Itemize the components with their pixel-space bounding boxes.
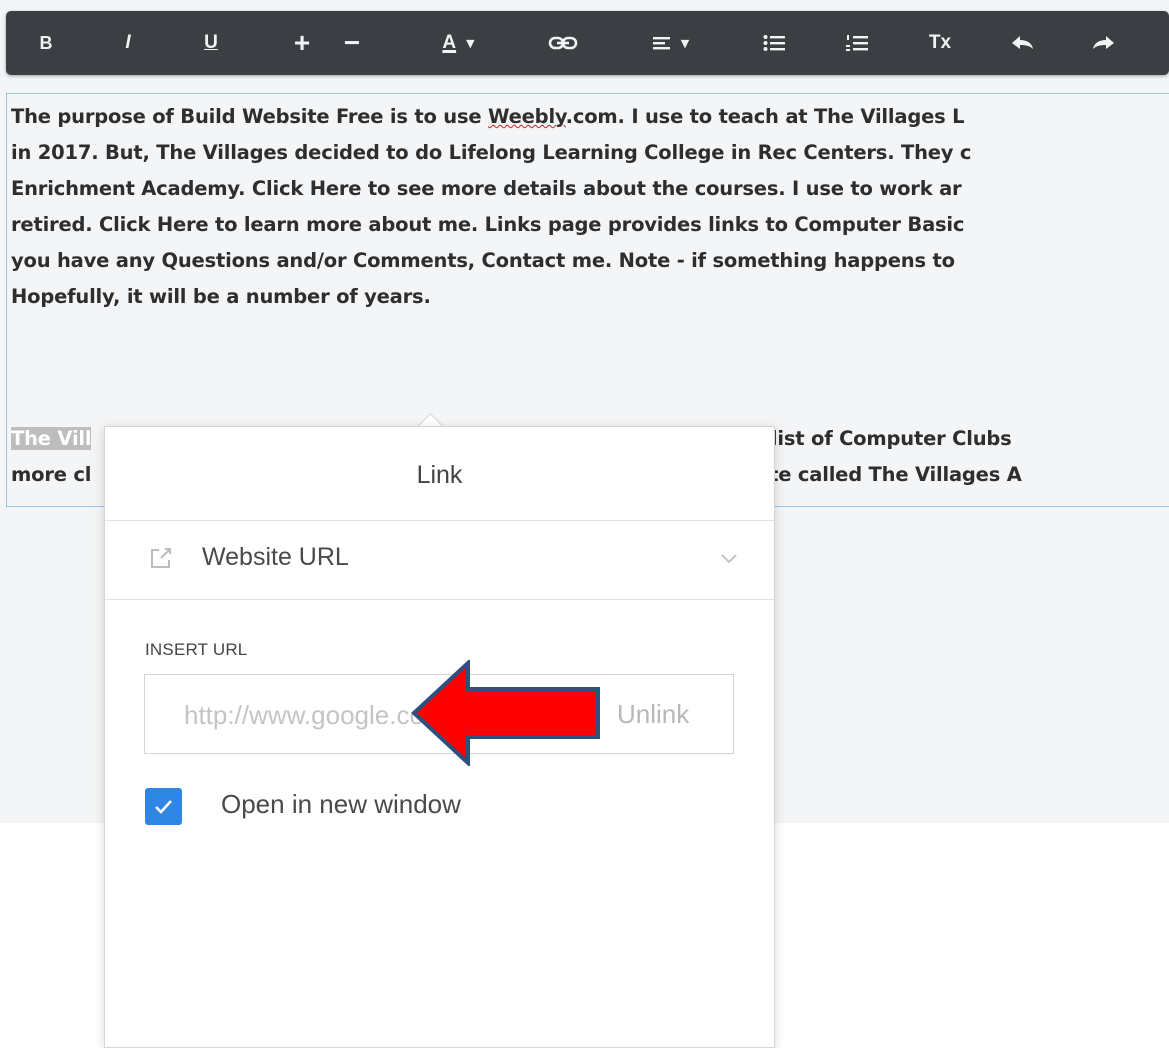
- formatting-toolbar: B I U + − A ▼ ▼ Tx: [6, 11, 1169, 75]
- checkmark-icon: [155, 800, 172, 814]
- increase-size-button[interactable]: +: [282, 11, 322, 75]
- align-button[interactable]: ▼: [631, 11, 711, 75]
- undo-icon: [1012, 36, 1033, 49]
- italic-button[interactable]: I: [108, 11, 148, 75]
- underline-button[interactable]: U: [191, 11, 231, 75]
- popover-title: Link: [416, 461, 463, 489]
- unlink-button[interactable]: Unlink: [617, 699, 689, 730]
- selected-text: The Vill: [11, 427, 92, 450]
- redo-button[interactable]: [1081, 11, 1125, 75]
- bold-button[interactable]: B: [26, 11, 66, 75]
- paragraph-2-left: The Vill more cl: [11, 421, 92, 493]
- link-type-dropdown[interactable]: Website URL: [105, 521, 774, 599]
- text-line: more cl: [11, 463, 92, 486]
- numbered-list-button[interactable]: [837, 11, 877, 75]
- insert-url-label: INSERT URL: [145, 640, 248, 659]
- clear-format-button[interactable]: Tx: [919, 11, 961, 75]
- bulleted-list-button[interactable]: [754, 11, 794, 75]
- caret-down-icon: ▼: [680, 36, 690, 50]
- text-line: The Vill: [11, 421, 92, 457]
- red-arrow-annotation: [411, 660, 600, 766]
- open-new-window-checkbox[interactable]: [145, 788, 182, 825]
- font-color-button[interactable]: A ▼: [416, 11, 501, 75]
- bulleted-list-icon: [763, 35, 785, 51]
- text-line: The purpose of Build Website Free is to …: [11, 105, 965, 128]
- font-color-label: A: [442, 32, 457, 53]
- text-line: Enrichment Academy. Click Here to see mo…: [11, 177, 962, 200]
- numbered-list-icon: [846, 35, 868, 51]
- align-left-icon: [652, 37, 670, 50]
- text-line: you have any Questions and/or Comments, …: [11, 249, 955, 272]
- link-button[interactable]: [538, 11, 588, 75]
- text-line: retired. Click Here to learn more about …: [11, 213, 965, 236]
- caret-down-icon: ▼: [466, 36, 475, 50]
- undo-button[interactable]: [1001, 11, 1045, 75]
- redo-icon: [1093, 36, 1114, 49]
- paragraph-1: The purpose of Build Website Free is to …: [11, 99, 971, 315]
- link-type-label: Website URL: [202, 543, 349, 571]
- text-line: Hopefully, it will be a number of years.: [11, 285, 431, 308]
- external-link-icon: [151, 548, 171, 568]
- divider: [105, 599, 774, 600]
- spellcheck-word[interactable]: Weebly: [488, 105, 566, 128]
- link-icon: [548, 36, 578, 50]
- text-line: in 2017. But, The Villages decided to do…: [11, 141, 972, 164]
- chevron-down-icon: [721, 554, 737, 564]
- decrease-size-button[interactable]: −: [332, 11, 372, 75]
- open-new-window-label: Open in new window: [221, 789, 461, 819]
